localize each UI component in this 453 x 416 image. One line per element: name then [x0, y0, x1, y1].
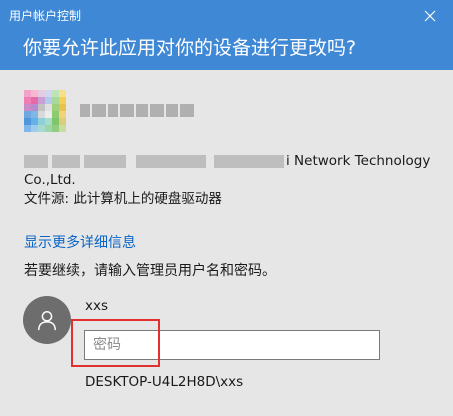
blurred-text [24, 155, 48, 168]
password-input[interactable] [84, 330, 380, 360]
publisher-name: i Network Technology [286, 153, 431, 169]
uac-dialog: 用户帐户控制 你要允许此应用对你的设备进行更改吗? i Network Tech… [0, 0, 453, 416]
window-title: 用户帐户控制 [9, 9, 82, 23]
blurred-text [136, 155, 206, 168]
continue-prompt: 若要继续，请输入管理员用户名和密码。 [24, 263, 276, 279]
account-domain: DESKTOP-U4L2H8D\xxs [85, 374, 244, 390]
app-icon [24, 90, 66, 132]
blurred-text [84, 155, 126, 168]
username: xxs [85, 298, 109, 314]
user-icon [38, 311, 56, 331]
show-more-details-link[interactable]: 显示更多详细信息 [24, 232, 136, 252]
dialog-header: 用户帐户控制 你要允许此应用对你的设备进行更改吗? [0, 0, 453, 70]
app-name-blurred [80, 104, 194, 117]
publisher-info: i Network Technology Co.,Ltd. 文件源: 此计算机上… [24, 152, 434, 209]
app-identity [24, 90, 424, 132]
close-icon [424, 10, 436, 22]
avatar [23, 296, 71, 344]
publisher-line: i Network Technology [24, 152, 434, 171]
close-button[interactable] [407, 0, 453, 32]
blurred-text [214, 155, 284, 168]
file-source: 文件源: 此计算机上的硬盘驱动器 [24, 191, 222, 207]
dialog-question: 你要允许此应用对你的设备进行更改吗? [23, 37, 357, 59]
blurred-text [52, 155, 80, 168]
publisher-name-cont: Co.,Ltd. [24, 172, 76, 188]
